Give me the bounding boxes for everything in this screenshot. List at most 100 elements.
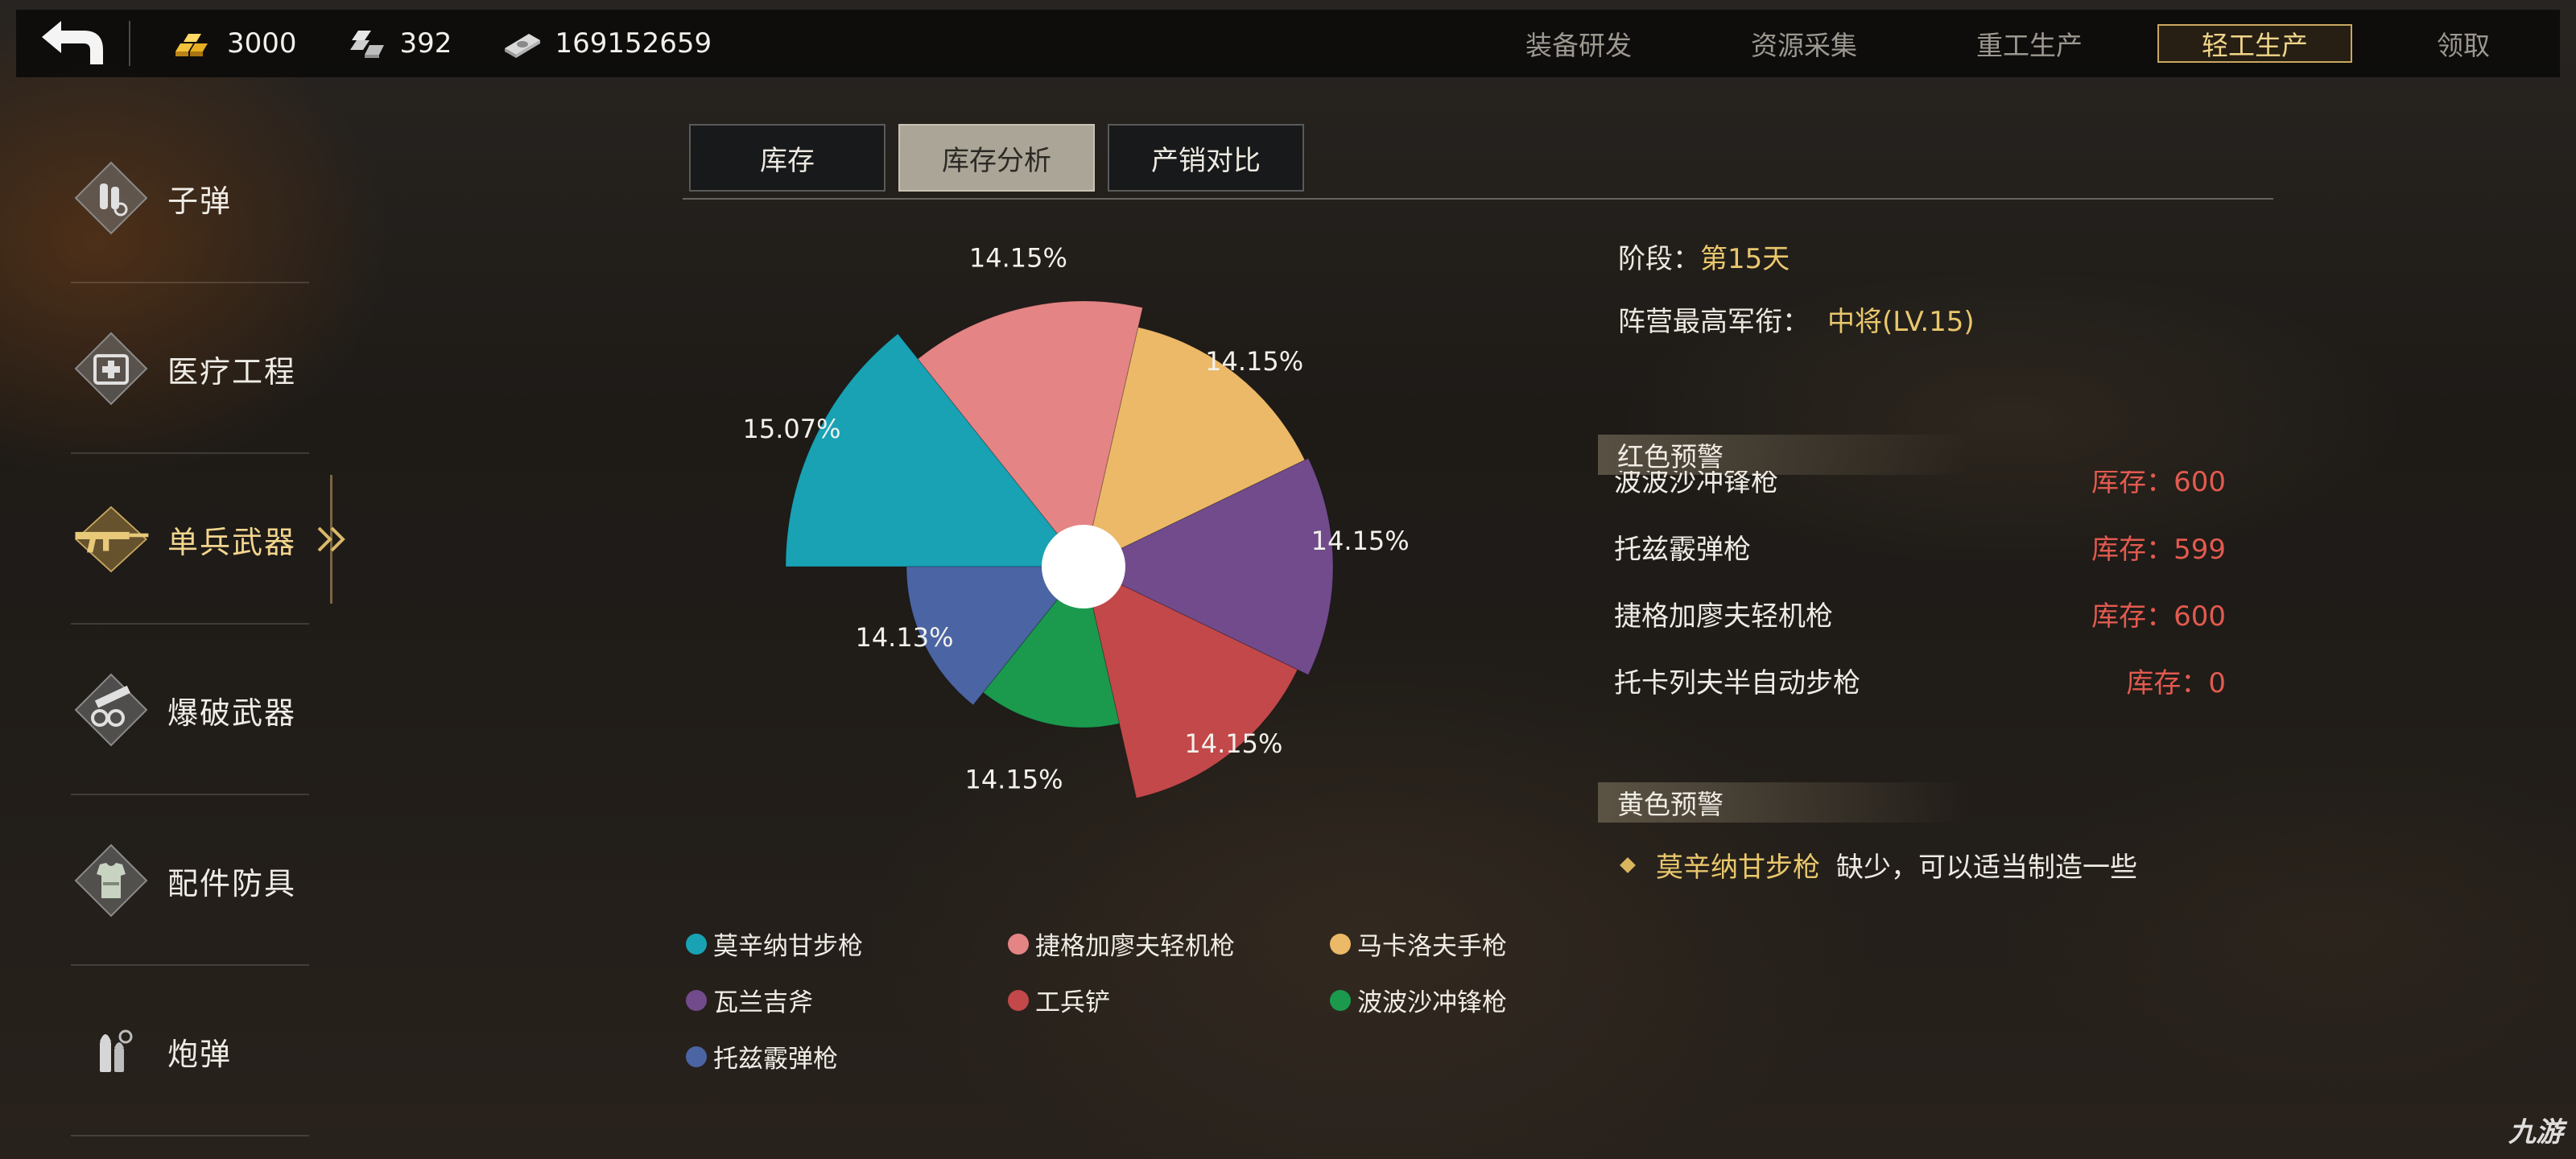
yellow-warning-header: 黄色预警 bbox=[1598, 782, 1968, 823]
chevron-right-icon bbox=[317, 526, 345, 552]
sidebar-item-label: 配件防具 bbox=[167, 865, 297, 901]
sidebar-item-medical[interactable]: 医疗工程 bbox=[71, 283, 309, 454]
chart-data-label: 14.13% bbox=[855, 622, 953, 653]
list-item: 波波沙冲锋枪 库存：600 bbox=[1614, 471, 2226, 503]
sidebar-item-bullets[interactable]: 子弹 bbox=[71, 113, 309, 283]
rank-label: 阵营最高军衔： bbox=[1618, 306, 1810, 338]
legend-item[interactable]: 捷格加廖夫轻机枪 bbox=[1008, 926, 1235, 962]
legend-label: 工兵铲 bbox=[1035, 988, 1110, 1017]
chart-data-label: 15.07% bbox=[742, 414, 840, 444]
sub-tabs: 库存 库存分析 产销对比 bbox=[689, 124, 1317, 192]
top-bar: 3000 392 169152659 装备研发 资源采集 重工生产 轻工生产 领… bbox=[16, 10, 2560, 77]
rifle-icon bbox=[71, 499, 151, 580]
list-item: 托兹霰弹枪 库存：599 bbox=[1614, 522, 2226, 571]
legend-color-dot bbox=[1008, 989, 1029, 1011]
item-name: 波波沙冲锋枪 bbox=[1614, 471, 1778, 498]
legend-color-dot bbox=[686, 1046, 707, 1067]
tab-inventory-analysis[interactable]: 库存分析 bbox=[898, 124, 1095, 192]
item-stock: 库存：600 bbox=[2091, 471, 2226, 498]
legend-label: 波波沙冲锋枪 bbox=[1357, 988, 1507, 1017]
item-stock: 库存：600 bbox=[2091, 600, 2226, 633]
inventory-rose-chart: 15.07% 14.15% 14.15% 14.15% 14.15% 14.15% 14.1… bbox=[742, 243, 1410, 799]
armor-vest-icon bbox=[71, 840, 151, 921]
sidebar-item-explosive-weapons[interactable]: 爆破武器 bbox=[71, 625, 309, 795]
list-item: 托卡列夫半自动步枪 库存：0 bbox=[1614, 656, 2226, 704]
sidebar-item-label: 子弹 bbox=[167, 183, 233, 219]
legend-label: 莫辛纳甘步枪 bbox=[713, 932, 863, 961]
sidebar-item-label: 单兵武器 bbox=[167, 524, 297, 560]
item-name: 捷格加廖夫轻机枪 bbox=[1614, 600, 1833, 633]
chart-data-label: 14.15% bbox=[1311, 526, 1410, 556]
list-item: 捷格加廖夫轻机枪 库存：600 bbox=[1614, 589, 2226, 637]
watermark-logo: 九游 bbox=[2508, 1110, 2563, 1149]
topbar-divider bbox=[129, 21, 130, 66]
legend-item[interactable]: 瓦兰吉斧 bbox=[686, 982, 813, 1018]
tab-inventory[interactable]: 库存 bbox=[689, 124, 886, 192]
chart-center-hole bbox=[1042, 525, 1125, 608]
silver-amount: 392 bbox=[399, 27, 452, 60]
sidebar-divider bbox=[71, 1135, 309, 1136]
tab-light-industry[interactable]: 轻工生产 bbox=[2157, 24, 2352, 63]
legend-color-dot bbox=[686, 933, 707, 955]
red-warning-list[interactable]: 波波沙冲锋枪 库存：600 托兹霰弹枪 库存：599 捷格加廖夫轻机枪 库存：6… bbox=[1614, 471, 2226, 712]
sidebar-item-accessories-armor[interactable]: 配件防具 bbox=[71, 795, 309, 966]
chart-data-label: 14.15% bbox=[964, 764, 1063, 794]
sidebar-item-shells[interactable]: 炮弹 bbox=[71, 966, 309, 1136]
sidebar-item-infantry-weapons[interactable]: 单兵武器 bbox=[71, 454, 309, 625]
money-amount: 169152659 bbox=[555, 27, 712, 60]
resource-gold: 3000 bbox=[171, 27, 297, 60]
item-stock: 库存：0 bbox=[2126, 666, 2226, 699]
shell-icon bbox=[71, 1011, 151, 1091]
back-arrow-icon bbox=[42, 21, 103, 64]
back-button[interactable] bbox=[16, 10, 129, 77]
chart-data-label: 14.15% bbox=[1205, 346, 1303, 377]
silver-bars-icon bbox=[344, 27, 392, 60]
resource-silver: 392 bbox=[344, 27, 452, 60]
diamond-bullet-icon bbox=[1620, 856, 1636, 873]
sidebar-item-label: 医疗工程 bbox=[167, 353, 297, 390]
legend-label: 马卡洛夫手枪 bbox=[1357, 932, 1507, 961]
legend-label: 瓦兰吉斧 bbox=[713, 988, 813, 1017]
legend-item[interactable]: 波波沙冲锋枪 bbox=[1330, 982, 1507, 1018]
legend-label: 捷格加廖夫轻机枪 bbox=[1035, 932, 1235, 961]
rank-value: 中将(LV.15) bbox=[1827, 306, 1975, 338]
bullet-icon bbox=[71, 158, 151, 238]
legend-item[interactable]: 托兹霰弹枪 bbox=[686, 1038, 838, 1074]
chart-data-label: 14.15% bbox=[969, 243, 1067, 274]
legend-color-dot bbox=[1008, 933, 1029, 955]
category-sidebar: 子弹 医疗工程 单兵武器 爆破武器 配件防具 炮弹 bbox=[71, 113, 309, 1136]
legend-label: 托兹霰弹枪 bbox=[713, 1045, 838, 1074]
tab-claim[interactable]: 领取 bbox=[2383, 24, 2544, 63]
resource-money: 169152659 bbox=[498, 27, 712, 60]
tab-equipment-research[interactable]: 装备研发 bbox=[1481, 24, 1676, 63]
chart-data-label: 14.15% bbox=[1184, 728, 1282, 759]
legend-item[interactable]: 马卡洛夫手枪 bbox=[1330, 926, 1507, 962]
red-warning-header: 红色预警 bbox=[1598, 435, 1968, 475]
gold-amount: 3000 bbox=[227, 27, 297, 60]
medical-kit-icon bbox=[71, 328, 151, 409]
stage-value: 第15天 bbox=[1700, 243, 1790, 275]
tab-resource-gathering[interactable]: 资源采集 bbox=[1707, 24, 1901, 63]
legend-color-dot bbox=[686, 989, 707, 1011]
rank-info: 阵营最高军衔： 中将(LV.15) bbox=[1618, 299, 1975, 339]
top-tabs: 装备研发 资源采集 重工生产 轻工生产 领取 bbox=[1451, 10, 2560, 77]
warning-description: 缺少，可以适当制造一些 bbox=[1836, 852, 2137, 884]
sidebar-item-label: 炮弹 bbox=[167, 1036, 233, 1072]
tab-production-sales-comparison[interactable]: 产销对比 bbox=[1108, 124, 1304, 192]
item-stock: 库存：599 bbox=[2091, 533, 2226, 566]
legend-color-dot bbox=[1330, 933, 1351, 955]
tab-heavy-industry[interactable]: 重工生产 bbox=[1932, 24, 2127, 63]
watermark-text: 九游 bbox=[2508, 1116, 2563, 1149]
legend-color-dot bbox=[1330, 989, 1351, 1011]
sidebar-item-label: 爆破武器 bbox=[167, 695, 297, 731]
item-name: 托卡列夫半自动步枪 bbox=[1614, 666, 1860, 699]
warning-item-name: 莫辛纳甘步枪 bbox=[1656, 852, 1820, 884]
money-stack-icon bbox=[498, 27, 547, 60]
item-name: 托兹霰弹枪 bbox=[1614, 533, 1751, 566]
cannon-icon bbox=[71, 670, 151, 750]
legend-item[interactable]: 工兵铲 bbox=[1008, 982, 1110, 1018]
stage-info: 阶段：第15天 bbox=[1618, 237, 1790, 276]
legend-item[interactable]: 莫辛纳甘步枪 bbox=[686, 926, 863, 962]
stage-label: 阶段： bbox=[1618, 243, 1700, 275]
yellow-warning-item: 莫辛纳甘步枪 缺少，可以适当制造一些 bbox=[1620, 845, 2137, 885]
